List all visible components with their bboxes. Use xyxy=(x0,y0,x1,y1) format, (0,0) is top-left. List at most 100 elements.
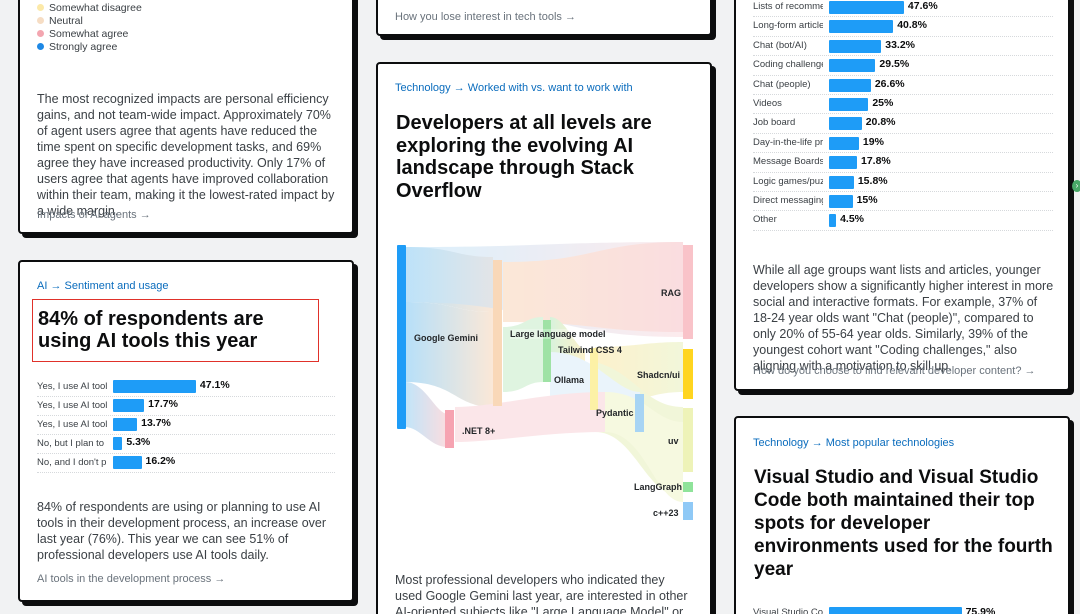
bar-label: Logic games/puzzles xyxy=(753,175,823,187)
agents-legend: Somewhat disagree Neutral Somewhat agree St… xyxy=(37,1,142,53)
bar-value: 17.7% xyxy=(148,398,178,410)
bar-label: Visual Studio Code xyxy=(753,607,823,614)
bar-value: 15.8% xyxy=(857,174,888,187)
sankey-label-shadcn: Shadcn/ui xyxy=(637,370,681,380)
bar-row: Day-in-the-life profiles 19% xyxy=(753,134,1053,154)
ai-tools-paragraph: 84% of respondents are using or planning… xyxy=(37,500,327,562)
bar-row: Lists of recommendations 47.6% xyxy=(753,0,1053,18)
bar xyxy=(113,380,196,393)
bar-value: 16.2% xyxy=(145,455,176,467)
bar-value: 29.5% xyxy=(879,58,910,71)
legend-label: Neutral xyxy=(49,14,83,27)
bar-row: Yes, I use AI tools monthly 13.7% xyxy=(37,416,335,435)
vscode-bar-chart: Visual Studio Code 75.9% xyxy=(753,604,1053,614)
bar-row: No, but I plan to soon 5.3% xyxy=(37,435,335,454)
scroll-hint-icon[interactable]: › xyxy=(1072,180,1080,192)
legend-item: Strongly agree xyxy=(37,40,142,53)
bar-label: Job board xyxy=(753,117,796,129)
bar-value: 47.6% xyxy=(907,0,938,12)
legend-label: Strongly agree xyxy=(49,40,118,53)
bar-value: 33.2% xyxy=(885,38,916,51)
agents-impact-card: Somewhat disagree Neutral Somewhat agree St… xyxy=(18,0,354,234)
ai-tools-card: AI → Sentiment and usage 84% of responde… xyxy=(18,260,354,602)
sankey-label-llm: Large language model xyxy=(510,329,606,339)
legend-item: Somewhat disagree xyxy=(37,1,142,14)
bar xyxy=(829,98,869,111)
legend-label: Somewhat agree xyxy=(49,27,129,40)
content-paragraph: While all age groups want lists and arti… xyxy=(753,263,1054,373)
legend-swatch xyxy=(37,43,44,50)
sankey-card: Technology → Worked with vs. want to wor… xyxy=(376,62,712,614)
bar-label: Yes, I use AI tools weekly xyxy=(37,400,107,411)
bar xyxy=(829,39,882,53)
bar-row: Coding challenges 29.5% xyxy=(753,56,1053,76)
bar-row: Logic games/puzzles 15.8% xyxy=(753,173,1053,192)
legend-swatch xyxy=(37,4,44,11)
bar-row: Other 4.5% xyxy=(753,211,1053,231)
bar xyxy=(829,214,837,228)
bar-value: 20.8% xyxy=(865,116,896,129)
sankey-label-rag: RAG xyxy=(661,288,681,298)
bar-label: Day-in-the-life profiles xyxy=(753,136,823,148)
vscode-title: Visual Studio and Visual Studio Code bot… xyxy=(754,467,1053,580)
bar xyxy=(829,1,904,14)
bar-label: Lists of recommendations xyxy=(753,1,823,12)
sankey-breadcrumb[interactable]: Technology → Worked with vs. want to wor… xyxy=(395,82,633,94)
bar xyxy=(829,117,862,131)
sankey-label-langgraph: LangGraph xyxy=(634,482,683,492)
vscode-card: Technology → Most popular technologies V… xyxy=(734,416,1070,614)
bar xyxy=(829,78,871,92)
bar-value: 40.8% xyxy=(897,19,927,32)
bar xyxy=(829,59,876,73)
bar-value: 19% xyxy=(862,135,884,148)
content-bar-chart: Lists of recommendations 47.6% Long-form a… xyxy=(753,0,1053,231)
agents-link[interactable]: Impacts of AI agents → xyxy=(37,209,151,221)
sankey-label-net8: .NET 8+ xyxy=(462,426,496,436)
bar xyxy=(829,20,894,34)
sankey-label-pydantic: Pydantic xyxy=(596,408,634,418)
vscode-breadcrumb[interactable]: Technology → Most popular technologies xyxy=(753,437,954,449)
legend-swatch xyxy=(37,30,44,37)
bar-row: Chat (bot/AI) 33.2% xyxy=(753,37,1053,57)
bar-label: Videos xyxy=(753,98,782,109)
bar-label: Chat (people) xyxy=(753,78,811,90)
bar-row: Job board 20.8% xyxy=(753,114,1053,134)
bar-row: No, and I don't plan to 16.2% xyxy=(37,454,335,473)
bar xyxy=(829,136,859,150)
interest-card: How you lose interest in tech tools → xyxy=(376,0,712,36)
bar-value: 25% xyxy=(872,97,894,109)
bar-row: Yes, I use AI tools weekly 17.7% xyxy=(37,397,335,416)
interest-link[interactable]: How you lose interest in tech tools → xyxy=(395,11,576,23)
ai-tools-link[interactable]: AI tools in the development process → xyxy=(37,573,225,585)
bar xyxy=(829,156,857,170)
ai-tools-title: 84% of respondents are using AI tools th… xyxy=(38,308,264,352)
bar xyxy=(829,175,854,189)
ai-tools-breadcrumb[interactable]: AI → Sentiment and usage xyxy=(37,280,168,292)
bar-value: 26.6% xyxy=(874,77,905,90)
bar-label: Other xyxy=(753,214,777,226)
legend-label: Somewhat disagree xyxy=(49,1,142,14)
bar-label: No, and I don't plan to xyxy=(37,457,107,468)
content-link[interactable]: How do you choose to find relevant devel… xyxy=(753,365,1036,377)
bar-label: Direct messaging channels xyxy=(753,195,823,206)
sankey-paragraph: Most professional developers who indicat… xyxy=(395,573,688,614)
content-preference-card: Lists of recommendations 47.6% Long-form a… xyxy=(734,0,1070,391)
sankey-label-tailwind: Tailwind CSS 4 xyxy=(558,345,622,355)
bar-row: Long-form articles 40.8% xyxy=(753,17,1053,37)
bar-label: No, but I plan to soon xyxy=(37,438,107,449)
bar-value: 17.8% xyxy=(861,155,891,168)
sankey-label-uv: uv xyxy=(668,436,679,446)
bar-label: Chat (bot/AI) xyxy=(753,39,807,51)
sankey-title: Developers at all levels are exploring t… xyxy=(396,112,652,202)
bar-value: 15% xyxy=(856,194,878,206)
bar-value: 4.5% xyxy=(840,213,865,226)
bar xyxy=(829,195,853,208)
bar-value: 13.7% xyxy=(141,417,171,429)
bar-row: Direct messaging channels 15% xyxy=(753,192,1053,212)
bar-label: Long-form articles xyxy=(753,20,823,32)
bar-row: Message Boards 17.8% xyxy=(753,153,1053,173)
bar-row: Chat (people) 26.6% xyxy=(753,76,1053,95)
bar xyxy=(113,437,123,450)
bar xyxy=(113,418,138,431)
legend-swatch xyxy=(37,17,44,24)
